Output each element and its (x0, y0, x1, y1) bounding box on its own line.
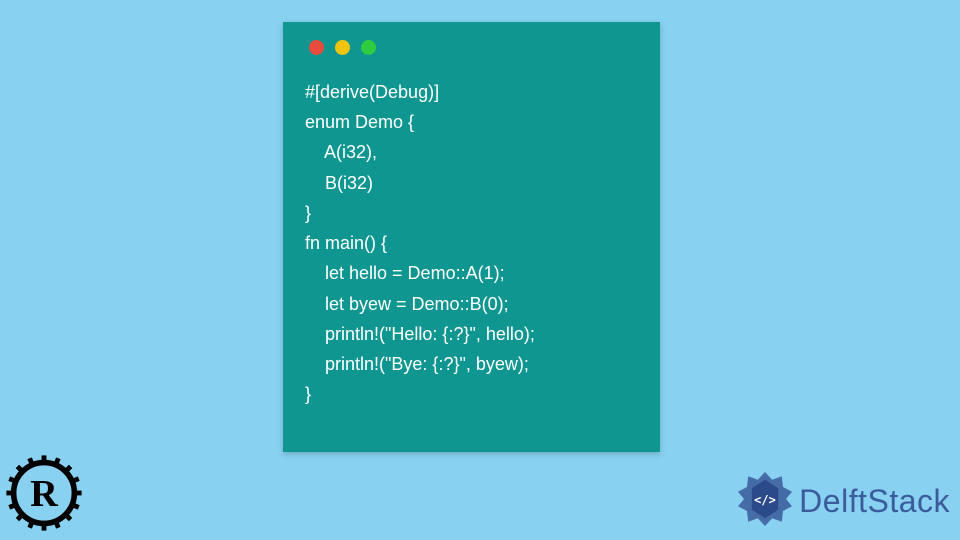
delftstack-logo-icon: </> (735, 469, 795, 534)
code-window: #[derive(Debug)] enum Demo { A(i32), B(i… (283, 22, 660, 452)
code-block: #[derive(Debug)] enum Demo { A(i32), B(i… (305, 77, 638, 410)
delftstack-branding: </> DelftStack (735, 469, 950, 534)
window-minimize-dot (335, 40, 350, 55)
svg-text:R: R (30, 473, 59, 515)
window-zoom-dot (361, 40, 376, 55)
rust-logo-icon: R (4, 453, 84, 538)
traffic-lights (309, 40, 638, 55)
delftstack-text: DelftStack (799, 483, 950, 520)
window-close-dot (309, 40, 324, 55)
svg-text:</>: </> (754, 493, 776, 507)
